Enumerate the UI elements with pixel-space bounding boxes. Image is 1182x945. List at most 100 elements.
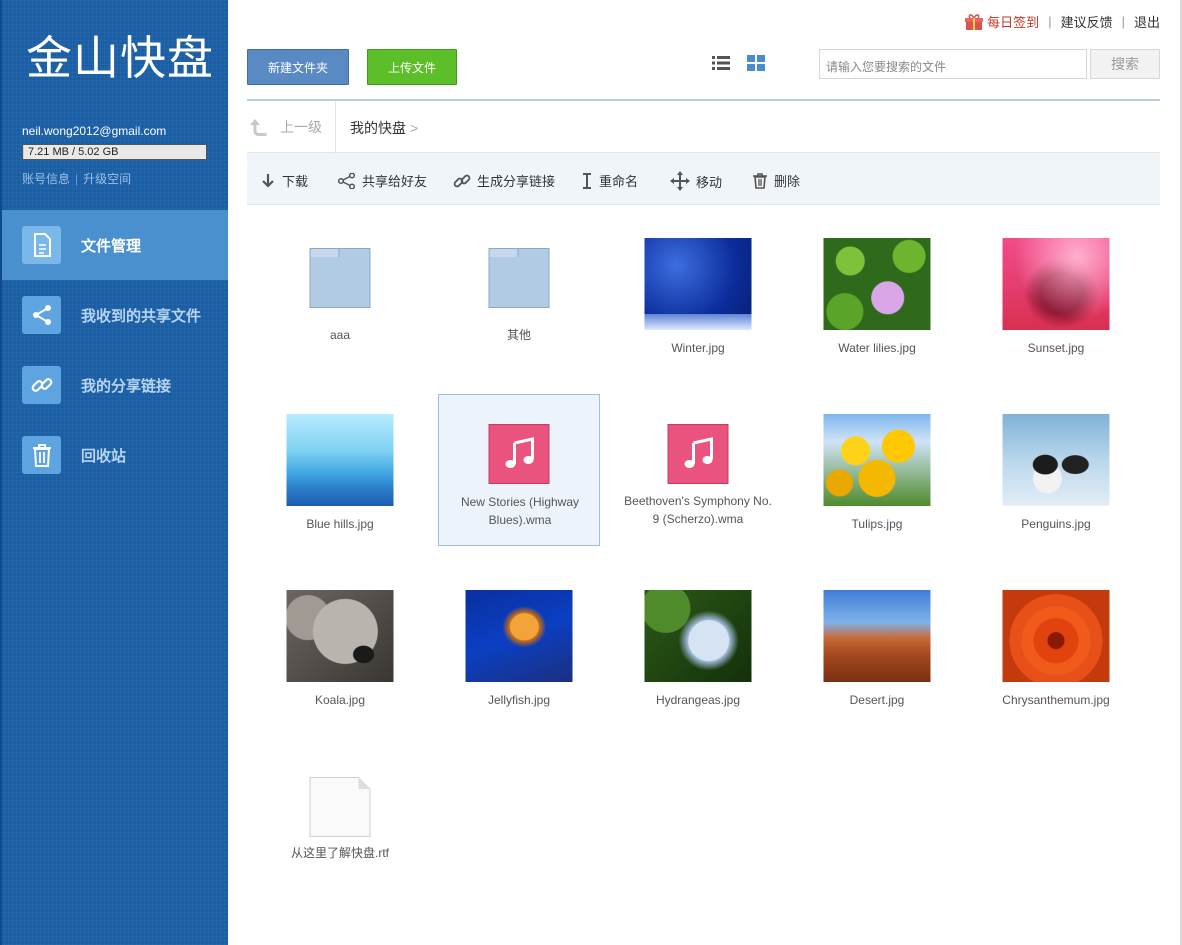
- nav-label: 我的分享链接: [81, 378, 172, 395]
- file-item-image[interactable]: Hydrangeas.jpg: [617, 570, 779, 722]
- account-email: neil.wong2012@gmail.com: [22, 124, 167, 138]
- file-name: Hydrangeas.jpg: [655, 693, 741, 707]
- list-view-icon[interactable]: [712, 55, 730, 71]
- file-name: Jellyfish.jpg: [487, 693, 551, 707]
- main-panel: 每日签到 | 建议反馈 | 退出 新建文件夹 上传文件 请输入您要搜索的文件 搜…: [228, 0, 1182, 945]
- folder-icon: [488, 248, 550, 308]
- share-friends-button[interactable]: 共享给好友: [338, 171, 427, 190]
- sidebar: 金山快盘 neil.wong2012@gmail.com 7.21 MB / 5…: [0, 0, 228, 945]
- up-arrow-icon: [250, 119, 267, 136]
- file-item-image[interactable]: Koala.jpg: [259, 570, 421, 722]
- rename-button[interactable]: 重命名: [581, 171, 638, 190]
- nav-item-file-manager[interactable]: 文件管理: [2, 210, 228, 280]
- penguins-thumbnail: [1002, 414, 1110, 506]
- trash-icon: [22, 436, 61, 474]
- up-level-button[interactable]: 上一级: [247, 101, 336, 153]
- sign-in-label: 每日签到: [987, 15, 1040, 30]
- delete-button[interactable]: 删除: [752, 171, 800, 190]
- winter-thumbnail: [644, 238, 752, 330]
- link-icon: [22, 366, 61, 404]
- divider: |: [75, 172, 79, 186]
- divider: |: [1121, 14, 1125, 29]
- search-input[interactable]: 请输入您要搜索的文件: [819, 49, 1087, 79]
- logout-link[interactable]: 退出: [1134, 12, 1160, 31]
- share-icon: [22, 296, 61, 334]
- quota-bar-fill: [23, 145, 24, 159]
- file-item-folder[interactable]: 其他: [438, 220, 600, 372]
- delete-label: 删除: [774, 174, 801, 189]
- top-links: 每日签到 | 建议反馈 | 退出: [965, 12, 1160, 31]
- daily-sign-in-link[interactable]: 每日签到: [965, 12, 1039, 31]
- file-item-audio[interactable]: New Stories (Highway Blues).wma: [438, 394, 600, 546]
- file-icon: [22, 226, 61, 264]
- sunset-thumbnail: [1002, 238, 1110, 330]
- music-icon: [667, 424, 729, 484]
- file-name: Water lilies.jpg: [838, 341, 916, 355]
- jellyfish-thumbnail: [465, 590, 573, 682]
- file-item-image[interactable]: Winter.jpg: [617, 220, 779, 372]
- nav-label: 文件管理: [81, 238, 142, 255]
- file-name: Koala.jpg: [314, 693, 366, 707]
- move-label: 移动: [696, 174, 723, 190]
- file-name: Blue hills.jpg: [306, 517, 374, 531]
- nav-label: 我收到的共享文件: [81, 308, 202, 325]
- nav-label: 回收站: [81, 448, 127, 465]
- desert-thumbnail: [823, 590, 931, 682]
- water-lilies-thumbnail: [823, 238, 931, 330]
- hydrangeas-thumbnail: [644, 590, 752, 682]
- grid-view-icon[interactable]: [747, 55, 765, 71]
- file-item-image[interactable]: Water lilies.jpg: [796, 220, 958, 372]
- text-cursor-icon: [583, 172, 591, 189]
- koala-thumbnail: [286, 590, 394, 682]
- download-icon: [262, 173, 274, 188]
- file-item-audio[interactable]: Beethoven's Symphony No. 9 (Scherzo).wma: [617, 394, 779, 546]
- breadcrumb: 上一级 我的快盘 >: [247, 101, 1160, 153]
- file-name: Beethoven's Symphony No. 9 (Scherzo).wma: [624, 494, 772, 526]
- file-item-image[interactable]: Tulips.jpg: [796, 394, 958, 546]
- share-link-button[interactable]: 生成分享链接: [453, 171, 555, 190]
- document-icon: [309, 777, 371, 837]
- rename-label: 重命名: [599, 174, 639, 189]
- gift-icon: [965, 13, 984, 30]
- upgrade-link[interactable]: 升级空间: [83, 172, 131, 186]
- breadcrumb-current: 我的快盘 >: [350, 118, 418, 138]
- account-links: 账号信息 | 升级空间: [22, 170, 131, 187]
- move-button[interactable]: 移动: [670, 171, 722, 191]
- move-icon: [670, 171, 690, 191]
- chrysanthemum-thumbnail: [1002, 590, 1110, 682]
- account-info-link[interactable]: 账号信息: [22, 172, 70, 186]
- nav-item-recycle-bin[interactable]: 回收站: [2, 420, 228, 490]
- file-name: New Stories (Highway Blues).wma: [460, 495, 580, 527]
- share-icon: [338, 172, 356, 189]
- breadcrumb-current-label[interactable]: 我的快盘: [350, 120, 406, 136]
- file-item-image[interactable]: Desert.jpg: [796, 570, 958, 722]
- share-link-label: 生成分享链接: [477, 174, 556, 189]
- breadcrumb-separator: >: [410, 120, 419, 136]
- file-item-image[interactable]: Jellyfish.jpg: [438, 570, 600, 722]
- new-folder-button[interactable]: 新建文件夹: [247, 49, 349, 85]
- file-item-document[interactable]: 从这里了解快盘.rtf: [259, 748, 421, 900]
- upload-button[interactable]: 上传文件: [367, 49, 457, 85]
- divider: |: [1048, 14, 1052, 29]
- quota-text: 7.21 MB / 5.02 GB: [28, 146, 119, 158]
- file-item-image[interactable]: Blue hills.jpg: [259, 394, 421, 546]
- app-logo: 金山快盘: [26, 31, 214, 85]
- nav-item-my-share-links[interactable]: 我的分享链接: [2, 350, 228, 420]
- action-toolbar: 下载 共享给好友 生成分享链接 重命名 移动 删除: [247, 153, 1160, 205]
- file-name: Penguins.jpg: [1021, 517, 1091, 531]
- file-item-image[interactable]: Penguins.jpg: [975, 394, 1137, 546]
- download-label: 下载: [282, 174, 309, 189]
- feedback-link[interactable]: 建议反馈: [1061, 12, 1113, 31]
- search-button[interactable]: 搜索: [1090, 49, 1160, 79]
- view-toggle: [712, 55, 765, 71]
- file-item-image[interactable]: Chrysanthemum.jpg: [975, 570, 1137, 722]
- file-name: 其他: [506, 328, 531, 342]
- tulips-thumbnail: [823, 414, 931, 506]
- file-item-folder[interactable]: aaa: [259, 220, 421, 372]
- file-item-image[interactable]: Sunset.jpg: [975, 220, 1137, 372]
- file-name: Desert.jpg: [849, 693, 905, 707]
- nav-item-received-shares[interactable]: 我收到的共享文件: [2, 280, 228, 350]
- file-name: aaa: [329, 328, 351, 342]
- download-button[interactable]: 下载: [260, 171, 308, 190]
- blue-hills-thumbnail: [286, 414, 394, 506]
